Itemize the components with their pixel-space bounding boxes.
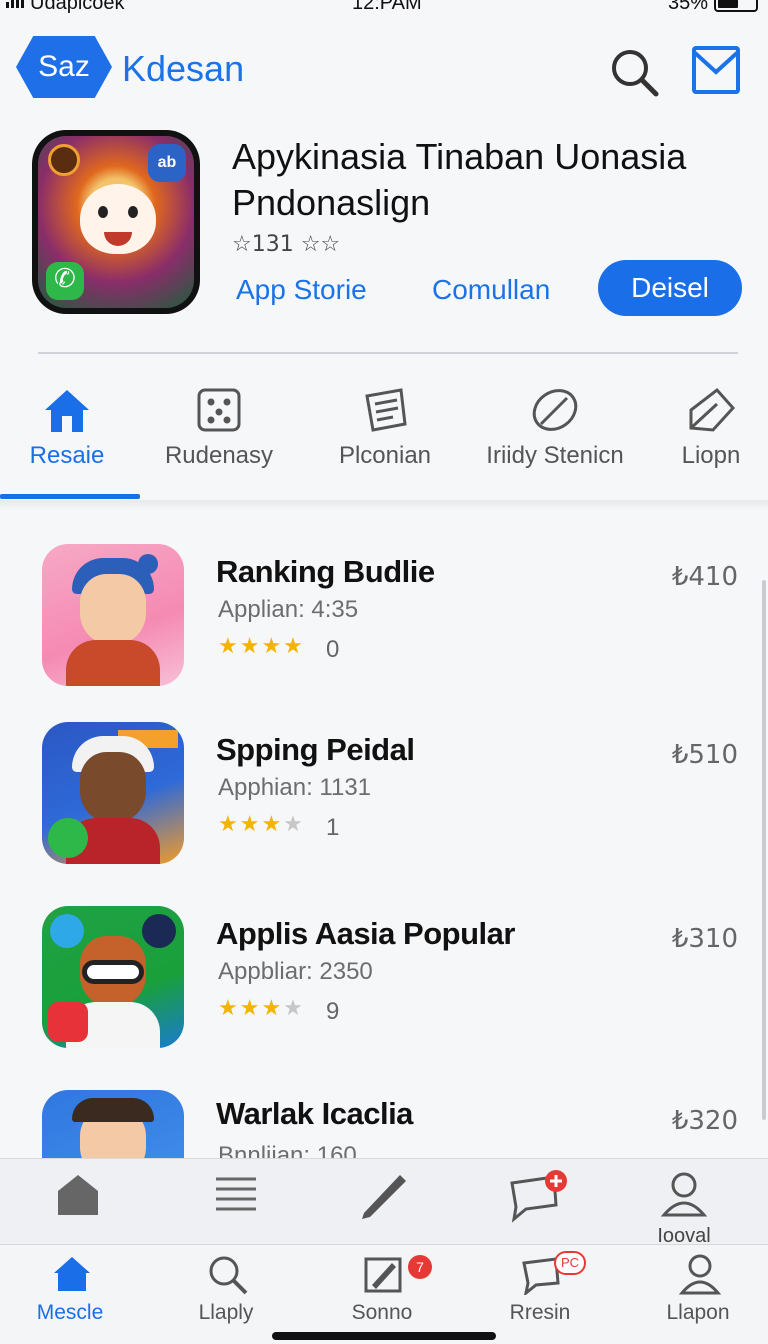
nav2-user-label: Iooval <box>657 1225 711 1244</box>
bottom-tab-bar: Mescle Llaply 7 Sonno PC Rresin Llapon <box>0 1244 768 1344</box>
document-icon <box>365 388 407 432</box>
app-name: Applis Aasia Popular <box>216 916 515 951</box>
app-subtitle: Appbliar: 2350 <box>218 958 373 985</box>
tab-llapon[interactable]: Llapon <box>638 1245 758 1344</box>
music-icon <box>48 144 80 176</box>
app-name: Warlak Icaclia <box>216 1096 413 1131</box>
edit-icon <box>364 1257 402 1293</box>
tab-plconian[interactable]: Plconian <box>330 372 440 500</box>
scrollbar[interactable] <box>762 580 766 1120</box>
star-rating: ★★★★ <box>218 996 305 1021</box>
home-icon <box>45 390 89 432</box>
tab-rresin[interactable]: PC Rresin <box>480 1245 600 1344</box>
tag-icon <box>689 387 736 432</box>
app-subtitle: Applian: 4:35 <box>218 596 359 623</box>
status-bar: Udapicoek 12:PAM 35% <box>0 0 768 14</box>
tab-resaie[interactable]: Resaie <box>0 372 134 500</box>
list-item[interactable]: Warlak Icaclia Bnnliian: 160 ₺320 <box>0 1066 768 1160</box>
tab-mescle[interactable]: Mescle <box>10 1245 130 1344</box>
mail-icon[interactable] <box>690 42 744 96</box>
featured-app-title: Apykinasia Tinaban Uonasia Pndonaslign <box>232 136 687 223</box>
app-price: ₺410 <box>671 562 738 592</box>
get-app-button[interactable]: Deisel <box>598 260 742 316</box>
nav2-home[interactable] <box>38 1159 118 1244</box>
tab-liopn[interactable]: Liopn <box>676 372 746 500</box>
app-name: Ranking Budlie <box>216 554 435 589</box>
app-thumbnail <box>42 544 184 686</box>
app-thumbnail <box>42 1090 184 1160</box>
app-name: Spping Peidal <box>216 732 415 767</box>
list-item[interactable]: Applis Aasia Popular Appbliar: 2350 ★★★★… <box>0 882 768 1052</box>
tab-iriidy-stenicn[interactable]: Iriidy Stenicn <box>480 372 630 500</box>
user-icon <box>660 1172 708 1217</box>
active-tab-indicator <box>0 494 140 499</box>
featured-app-icon[interactable]: ab <box>32 130 200 314</box>
nav2-pen[interactable] <box>344 1159 424 1244</box>
secondary-link[interactable]: Comullan <box>432 274 550 306</box>
battery-icon <box>714 0 758 12</box>
star-rating: ★★★★ <box>218 634 305 659</box>
tab-llaply[interactable]: Llaply <box>166 1245 286 1344</box>
notification-badge: PC <box>554 1251 586 1275</box>
divider <box>38 352 738 354</box>
nav2-user[interactable]: Iooval <box>644 1159 724 1244</box>
app-price: ₺310 <box>671 924 738 954</box>
tab-rudenasy[interactable]: Rudenasy <box>154 372 284 500</box>
app-thumbnail <box>42 906 184 1048</box>
review-count: 1 <box>326 814 340 841</box>
home-icon <box>58 1175 98 1215</box>
home-icon <box>54 1257 90 1291</box>
secondary-nav: Iooval <box>0 1158 768 1244</box>
user-icon <box>678 1254 722 1295</box>
search-icon[interactable] <box>606 44 662 100</box>
review-count: 9 <box>326 998 340 1025</box>
phone-icon <box>46 262 84 300</box>
app-price: ₺510 <box>671 740 738 770</box>
nav2-chat[interactable] <box>494 1159 574 1244</box>
list-icon <box>216 1177 256 1211</box>
notification-badge: 7 <box>408 1255 432 1279</box>
app-store-link[interactable]: App Storie <box>236 274 367 306</box>
pen-icon <box>362 1175 406 1219</box>
app-list: Ranking Budlie Applian: 4:35 ★★★★ 0 ₺410… <box>0 520 768 1160</box>
status-time: 12:PAM <box>352 0 422 14</box>
ab-icon: ab <box>148 144 186 182</box>
tab-sonno[interactable]: 7 Sonno <box>322 1245 442 1344</box>
home-indicator <box>272 1332 496 1340</box>
app-header: Saz Kdesan <box>0 30 768 110</box>
app-thumbnail <box>42 722 184 864</box>
search-icon <box>209 1256 248 1295</box>
app-subtitle: Apphian: 1131 <box>218 774 372 801</box>
brand-name: Kdesan <box>122 48 245 89</box>
list-item[interactable]: Ranking Budlie Applian: 4:35 ★★★★ 0 ₺410 <box>0 520 768 690</box>
carrier-label: Udapicoek <box>30 0 125 14</box>
star-rating: ★★★★ <box>218 812 305 837</box>
dice-icon <box>197 388 241 432</box>
chat-plus-icon <box>510 1170 567 1223</box>
brand-badge[interactable]: Saz <box>16 36 112 98</box>
featured-app-rating: ☆131 ☆☆ <box>232 232 341 257</box>
list-item[interactable]: Spping Peidal Apphian: 1131 ★★★★ 1 ₺510 <box>0 698 768 868</box>
app-price: ₺320 <box>671 1106 738 1136</box>
signal-icon <box>6 0 24 8</box>
review-count: 0 <box>326 636 340 663</box>
leaf-icon <box>532 389 578 431</box>
battery-percent: 35% <box>667 0 708 14</box>
category-tabs: Resaie Rudenasy Plconian Iriidy Stenicn … <box>0 372 768 500</box>
nav2-list[interactable] <box>196 1159 276 1244</box>
